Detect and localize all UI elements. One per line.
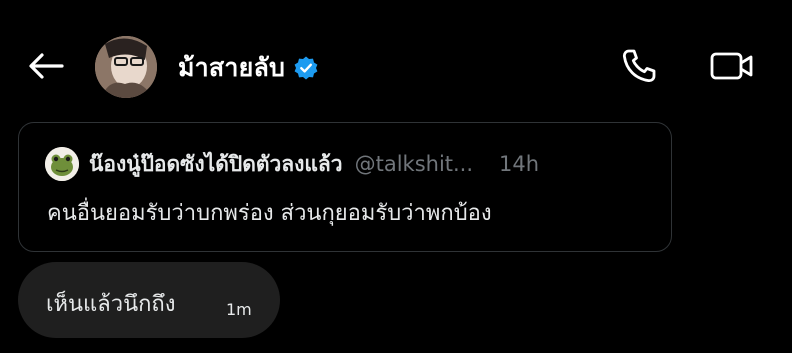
message-time: 1m — [226, 300, 252, 319]
verified-badge-icon — [293, 55, 319, 81]
chat-header: ม้าสายลับ — [0, 0, 792, 132]
frog-avatar-icon — [45, 147, 79, 181]
quoted-post-text: คนอื่นยอมรับว่าบกพร่อง ส่วนกุยอมรับว่าพก… — [47, 201, 492, 226]
avatar-photo — [95, 36, 157, 98]
title-wrap: ม้าสายลับ — [178, 48, 319, 88]
quoted-post-header: น๊องนู๋ป๊อดซังได้ปิดตัวลงแล้ว @talkshit.… — [45, 147, 539, 181]
chat-title[interactable]: ม้าสายลับ — [178, 48, 285, 88]
message-text: เห็นแล้วนึกถึง — [46, 292, 176, 317]
video-call-button[interactable] — [707, 44, 757, 88]
back-button[interactable] — [26, 46, 66, 86]
phone-icon — [622, 49, 656, 83]
message-bubble[interactable]: เห็นแล้วนึกถึง 1m — [18, 262, 280, 338]
quoted-post-time: 14h — [499, 152, 540, 176]
arrow-left-icon — [29, 53, 64, 79]
quoted-post-card[interactable]: น๊องนู๋ป๊อดซังได้ปิดตัวลงแล้ว @talkshit.… — [18, 122, 672, 252]
call-button[interactable] — [617, 44, 661, 88]
quoted-author-handle: @talkshit... — [354, 152, 474, 176]
avatar[interactable] — [95, 36, 157, 98]
quoted-author-name: น๊องนู๋ป๊อดซังได้ปิดตัวลงแล้ว — [89, 151, 343, 176]
quoted-author-avatar — [45, 147, 79, 181]
video-camera-icon — [710, 52, 753, 80]
